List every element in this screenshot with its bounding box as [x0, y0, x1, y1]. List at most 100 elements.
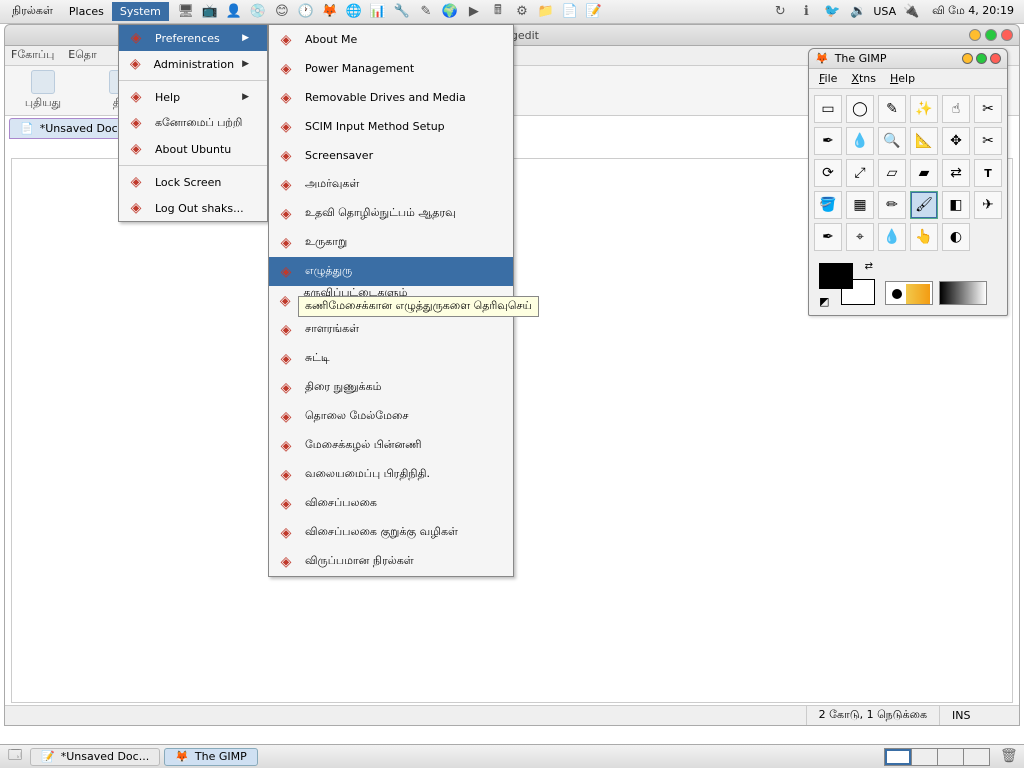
- preferences-menu-item[interactable]: ◈தொலை மேல்மேசை: [269, 402, 513, 431]
- launcher-icon[interactable]: 📝: [583, 2, 605, 22]
- power-icon[interactable]: 🔌: [900, 2, 922, 22]
- by-color-select-tool-icon[interactable]: ☝: [942, 95, 970, 123]
- active-gradient-indicator[interactable]: [939, 281, 987, 305]
- fuzzy-select-tool-icon[interactable]: ✨: [910, 95, 938, 123]
- launcher-icon[interactable]: 🌐: [343, 2, 365, 22]
- system-menu-item[interactable]: ◈Log Out shaks...: [119, 195, 267, 221]
- launcher-icon[interactable]: ⚙: [511, 2, 533, 22]
- ellipse-select-tool-icon[interactable]: ◯: [846, 95, 874, 123]
- paths-tool-icon[interactable]: ✒: [814, 127, 842, 155]
- clock[interactable]: வி மே 4, 20:19: [926, 4, 1020, 19]
- tool-new[interactable]: புதியது: [13, 70, 73, 111]
- blend-tool-icon[interactable]: ▦: [846, 191, 874, 219]
- launcher-icon[interactable]: 📊: [367, 2, 389, 22]
- tray-icon[interactable]: ↻: [769, 2, 791, 22]
- launcher-icon[interactable]: 👤: [223, 2, 245, 22]
- move-tool-icon[interactable]: ✥: [942, 127, 970, 155]
- gimp-menu-file[interactable]: File: [819, 72, 837, 85]
- blur-tool-icon[interactable]: 💧: [878, 223, 906, 251]
- close-button[interactable]: [990, 53, 1001, 64]
- panel-menu-apps[interactable]: நிரல்கள்: [4, 1, 61, 22]
- launcher-icon[interactable]: ✎: [415, 2, 437, 22]
- swap-colors-icon[interactable]: ⇄: [865, 261, 873, 272]
- tray-icon[interactable]: ℹ: [795, 2, 817, 22]
- panel-menu-system[interactable]: System: [112, 2, 169, 21]
- gimp-titlebar[interactable]: 🦊 The GIMP: [809, 49, 1007, 69]
- gimp-menu-xtns[interactable]: Xtns: [851, 72, 876, 85]
- preferences-menu-item[interactable]: ◈எழுத்துரு: [269, 257, 513, 286]
- clone-tool-icon[interactable]: ⌖: [846, 223, 874, 251]
- preferences-menu-item[interactable]: ◈Power Management: [269, 54, 513, 83]
- system-menu-item[interactable]: ◈About Ubuntu: [119, 136, 267, 162]
- launcher-icon[interactable]: 📁: [535, 2, 557, 22]
- airbrush-tool-icon[interactable]: ✈: [974, 191, 1002, 219]
- launcher-icon[interactable]: 🌍: [439, 2, 461, 22]
- launcher-icon[interactable]: 📄: [559, 2, 581, 22]
- color-picker-tool-icon[interactable]: 💧: [846, 127, 874, 155]
- perspective-tool-icon[interactable]: ▰: [910, 159, 938, 187]
- flip-tool-icon[interactable]: ⇄: [942, 159, 970, 187]
- active-brush-indicator[interactable]: [885, 281, 933, 305]
- preferences-menu-item[interactable]: ◈விருப்பமான நிரல்கள்: [269, 547, 513, 576]
- fg-color-swatch[interactable]: [819, 263, 853, 289]
- paintbrush-tool-icon[interactable]: 🖌: [910, 191, 938, 219]
- ink-tool-icon[interactable]: ✒: [814, 223, 842, 251]
- default-colors-icon[interactable]: ◩: [819, 295, 831, 307]
- text-tool-icon[interactable]: T: [974, 159, 1002, 187]
- dodge-tool-icon[interactable]: ◐: [942, 223, 970, 251]
- system-menu-item[interactable]: ◈Preferences▶: [119, 25, 267, 51]
- gedit-menu-file[interactable]: Fகோப்பு: [11, 48, 54, 63]
- preferences-menu-item[interactable]: ◈உருகாறு: [269, 228, 513, 257]
- panel-menu-places[interactable]: Places: [61, 2, 112, 21]
- fg-bg-color[interactable]: ⇄ ◩: [819, 263, 875, 305]
- launcher-icon[interactable]: 🔧: [391, 2, 413, 22]
- eraser-tool-icon[interactable]: ◧: [942, 191, 970, 219]
- taskbar-entry[interactable]: 📝*Unsaved Doc...: [30, 748, 160, 766]
- scale-tool-icon[interactable]: ⤢: [846, 159, 874, 187]
- preferences-menu-item[interactable]: ◈About Me: [269, 25, 513, 54]
- preferences-menu-item[interactable]: ◈சாளரங்கள்: [269, 315, 513, 344]
- preferences-menu-item[interactable]: ◈விசைப்பலகை குறுக்கு வழிகள்: [269, 518, 513, 547]
- launcher-icon[interactable]: 🦊: [319, 2, 341, 22]
- system-menu-item[interactable]: ◈Administration▶: [119, 51, 267, 77]
- keyboard-indicator[interactable]: USA: [873, 5, 896, 18]
- close-button[interactable]: [1001, 29, 1013, 41]
- minimize-button[interactable]: [969, 29, 981, 41]
- system-menu-item[interactable]: ◈Lock Screen: [119, 169, 267, 195]
- launcher-icon[interactable]: 📺: [199, 2, 221, 22]
- maximize-button[interactable]: [985, 29, 997, 41]
- preferences-menu-item[interactable]: ◈Removable Drives and Media: [269, 83, 513, 112]
- free-select-tool-icon[interactable]: ✎: [878, 95, 906, 123]
- preferences-menu-item[interactable]: ◈உதவி தொழில்நுட்பம் ஆதரவு: [269, 199, 513, 228]
- preferences-menu-item[interactable]: ◈சுட்டி: [269, 344, 513, 373]
- preferences-menu-item[interactable]: ◈திரை நுணுக்கம்: [269, 373, 513, 402]
- launcher-icon[interactable]: 💿: [247, 2, 269, 22]
- workspace-switcher[interactable]: [884, 748, 990, 766]
- gedit-menu-edit[interactable]: Eதொ: [68, 48, 96, 63]
- launcher-icon[interactable]: 😊: [271, 2, 293, 22]
- maximize-button[interactable]: [976, 53, 987, 64]
- system-menu-item[interactable]: ◈கனோமைப் பற்றி: [119, 110, 267, 136]
- tray-icon[interactable]: 🐦: [821, 2, 843, 22]
- launcher-icon[interactable]: 🕐: [295, 2, 317, 22]
- crop-tool-icon[interactable]: ✂: [974, 127, 1002, 155]
- preferences-menu-item[interactable]: ◈அமர்வுகள்: [269, 170, 513, 199]
- pencil-tool-icon[interactable]: ✏: [878, 191, 906, 219]
- measure-tool-icon[interactable]: 📐: [910, 127, 938, 155]
- preferences-menu-item[interactable]: ◈வலையமைப்பு பிரதிநிதி.: [269, 460, 513, 489]
- trash-icon[interactable]: 🗑: [1000, 748, 1020, 766]
- rect-select-tool-icon[interactable]: ▭: [814, 95, 842, 123]
- smudge-tool-icon[interactable]: 👆: [910, 223, 938, 251]
- shear-tool-icon[interactable]: ▱: [878, 159, 906, 187]
- volume-icon[interactable]: 🔉: [847, 2, 869, 22]
- launcher-icon[interactable]: 🖩: [487, 2, 509, 22]
- taskbar-entry[interactable]: 🦊The GIMP: [164, 748, 258, 766]
- preferences-menu-item[interactable]: ◈SCIM Input Method Setup: [269, 112, 513, 141]
- gimp-menu-help[interactable]: Help: [890, 72, 915, 85]
- launcher-icon[interactable]: ▶: [463, 2, 485, 22]
- show-desktop-button[interactable]: 🗔: [4, 747, 26, 767]
- launcher-icon[interactable]: 🖥: [175, 2, 197, 22]
- preferences-menu-item[interactable]: ◈மேசைக்கழல் பின்னணி: [269, 431, 513, 460]
- minimize-button[interactable]: [962, 53, 973, 64]
- preferences-menu-item[interactable]: ◈Screensaver: [269, 141, 513, 170]
